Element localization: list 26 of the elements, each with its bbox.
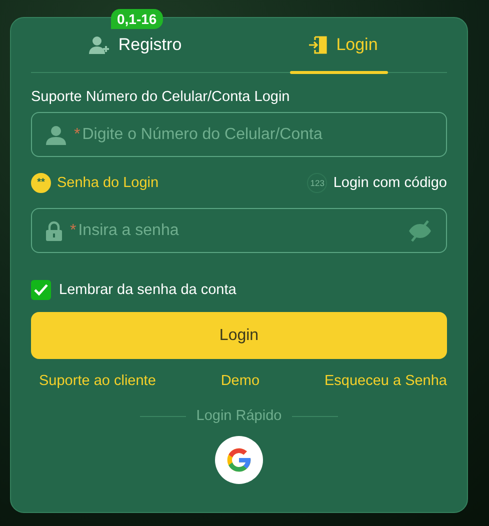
number-icon: 123 bbox=[307, 173, 328, 193]
lock-icon bbox=[46, 220, 62, 240]
input-field[interactable]: Digite o Número do Celular/Conta bbox=[82, 126, 432, 144]
required-mark: * bbox=[70, 222, 76, 240]
checkbox[interactable] bbox=[31, 280, 51, 300]
link[interactable]: Suporte ao cliente bbox=[39, 373, 156, 389]
tab[interactable]: Login bbox=[239, 18, 447, 72]
badge: 0,1-16 bbox=[111, 9, 163, 29]
check-icon bbox=[34, 284, 48, 296]
sign-in-button[interactable] bbox=[215, 436, 263, 484]
input-field[interactable]: Insira a senha bbox=[78, 222, 400, 240]
password-icon: ** bbox=[31, 173, 51, 193]
link[interactable]: Demo bbox=[220, 373, 260, 389]
door-icon bbox=[308, 35, 328, 55]
mode-option[interactable]: 123 Login com código bbox=[307, 173, 447, 193]
user-plus-icon bbox=[88, 35, 110, 55]
eye-slash-icon[interactable] bbox=[408, 220, 432, 242]
section-label: Login Rápido bbox=[196, 408, 282, 424]
field-label: Suporte Número do Celular/Conta Login bbox=[31, 89, 291, 105]
user-icon bbox=[46, 124, 66, 144]
login-button[interactable]: Login bbox=[31, 312, 447, 359]
google-icon bbox=[225, 446, 253, 474]
checkbox-label[interactable]: Lembrar da senha da conta bbox=[59, 282, 236, 298]
required-mark: * bbox=[74, 126, 80, 144]
mode-option[interactable]: ** Senha do Login bbox=[31, 173, 308, 193]
link[interactable]: Esqueceu a Senha bbox=[324, 373, 447, 389]
